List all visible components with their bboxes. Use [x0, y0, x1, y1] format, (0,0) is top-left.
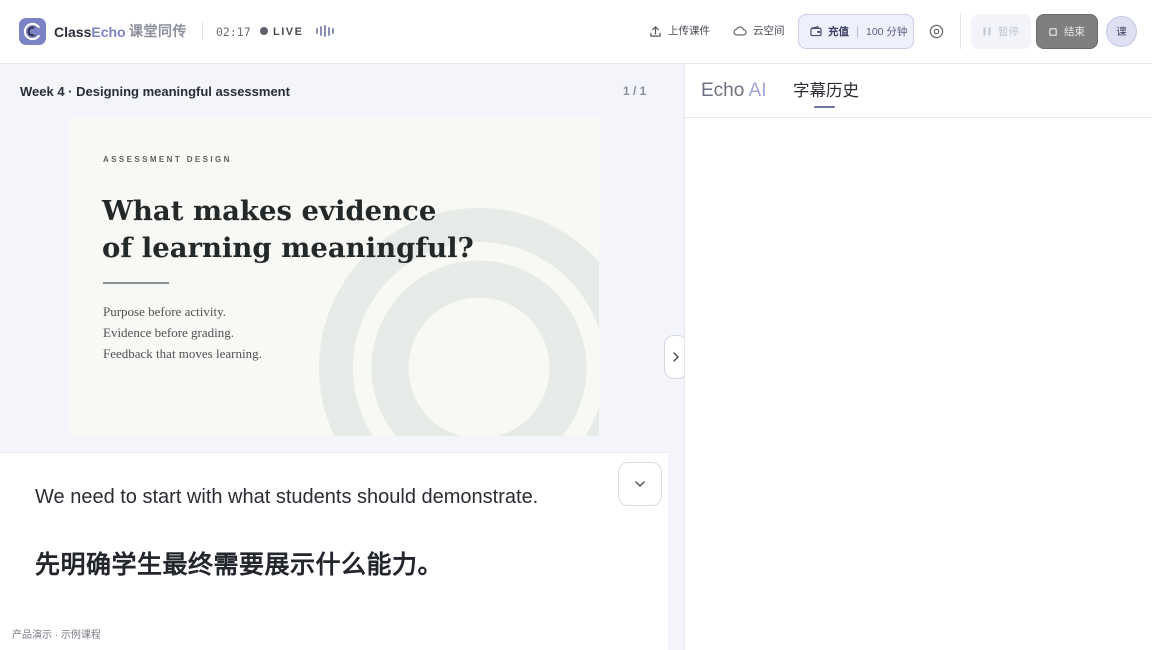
slide-rule — [103, 282, 169, 284]
end-label: 结束 — [1064, 26, 1085, 38]
slide-panel: Week 4 · Designing meaningful assessment… — [0, 64, 668, 452]
pause-icon — [983, 27, 991, 36]
settings-icon — [929, 24, 944, 39]
active-tab-indicator — [814, 106, 835, 108]
remaining-minutes: 100 分钟 — [866, 26, 908, 38]
stop-icon — [1049, 27, 1057, 36]
classecho-logo-icon — [19, 18, 46, 45]
pause-label: 暂停 — [998, 26, 1019, 38]
user-avatar[interactable]: 课 — [1106, 16, 1137, 47]
lecture-title: Week 4 · Designing meaningful assessment — [20, 84, 290, 99]
header-divider — [202, 22, 203, 40]
sound-wave-icon — [316, 25, 334, 37]
caption-english: We need to start with what students shou… — [35, 486, 539, 508]
live-badge: LIVE — [273, 26, 304, 38]
slide-points: Purpose before activity. Evidence before… — [103, 301, 262, 364]
caption-chinese: 先明确学生最终需要展示什么能力。 — [35, 551, 444, 579]
slide-heading: What makes evidence of learning meaningf… — [102, 195, 474, 264]
upload-icon — [650, 25, 661, 37]
chevron-down-icon — [635, 481, 645, 487]
settings-button[interactable] — [928, 23, 945, 40]
recharge-divider — [857, 25, 858, 38]
side-panel-tabs: Echo AI 字幕历史 — [685, 64, 1152, 118]
pause-button[interactable]: 暂停 — [971, 14, 1031, 49]
slide-point: Purpose before activity. — [103, 304, 226, 319]
upload-label: 上传课件 — [668, 25, 710, 37]
header-divider-right — [960, 13, 961, 49]
recharge-label: 充值 — [828, 26, 849, 38]
session-timer: 02:17 — [216, 25, 251, 39]
cloud-icon — [733, 26, 747, 36]
slide-point: Evidence before grading. — [103, 325, 235, 340]
page-counter: 1 / 1 — [623, 84, 647, 98]
recharge-button[interactable]: 充值 100 分钟 — [798, 14, 914, 49]
tab-echo-ai[interactable]: Echo AI — [701, 79, 767, 103]
brand-name: ClassEcho — [54, 24, 126, 40]
caption-panel: We need to start with what students shou… — [0, 452, 668, 650]
upload-slides-button[interactable]: 上传课件 — [649, 22, 710, 40]
tab-caption-history[interactable]: 字幕历史 — [793, 80, 859, 102]
chevron-right-icon — [673, 352, 679, 362]
end-session-button[interactable]: 结束 — [1036, 14, 1098, 49]
side-panel: Echo AI 字幕历史 — [684, 64, 1152, 650]
cloud-label: 云空间 — [753, 25, 785, 37]
slide-preview: ASSESSMENT DESIGN What makes evidence of… — [69, 118, 599, 436]
collapse-captions-button[interactable] — [618, 462, 662, 506]
app-header: ClassEcho 课堂同传 02:17 LIVE 上传课件 云空间 充值 10… — [0, 0, 1152, 64]
slide-point: Feedback that moves learning. — [103, 346, 262, 361]
footer-note: 产品演示 · 示例课程 — [12, 630, 101, 641]
cloud-space-button[interactable]: 云空间 — [733, 22, 785, 40]
brand-subtitle: 课堂同传 — [129, 23, 187, 39]
wallet-icon — [810, 26, 822, 37]
slide-eyebrow: ASSESSMENT DESIGN — [103, 155, 232, 164]
live-indicator-icon — [260, 27, 268, 35]
